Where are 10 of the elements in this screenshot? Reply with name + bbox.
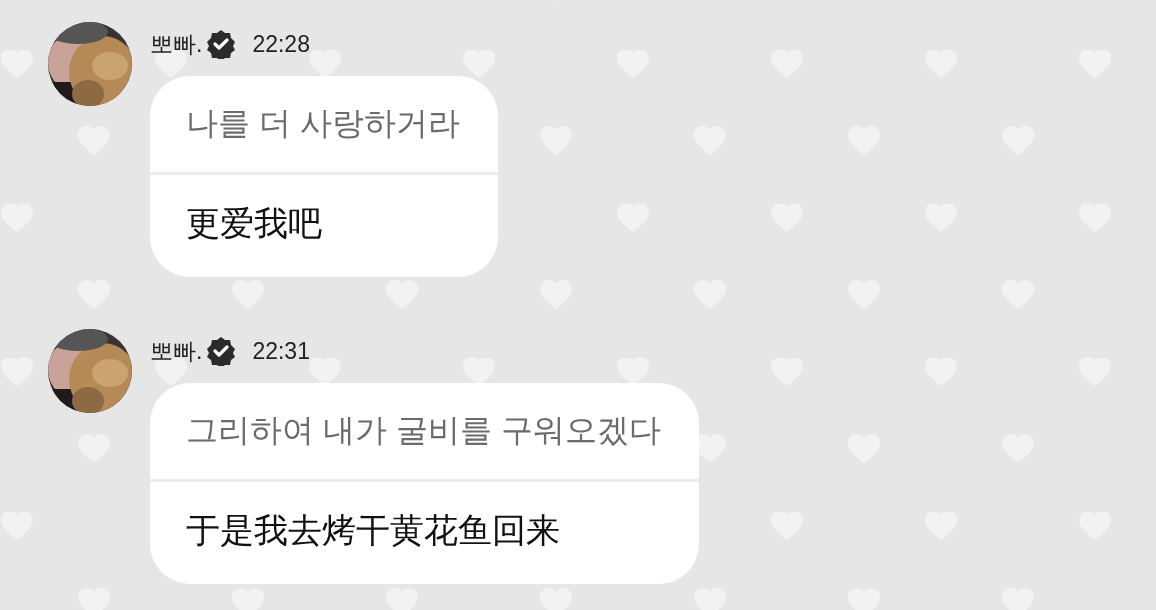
sender-name: 뽀빠. — [150, 336, 203, 366]
verified-badge-icon — [206, 29, 237, 59]
translated-text: 更爱我吧 — [185, 203, 323, 244]
message-time: 22:28 — [252, 30, 310, 58]
original-text: 그리하여 내가 굴비를 구워오겠다 — [150, 383, 699, 482]
sender-name: 뽀빠. — [150, 29, 203, 59]
translated-text: 于是我去烤干黄花鱼回来 — [185, 510, 561, 551]
verified-badge-icon — [206, 336, 237, 366]
message-time: 22:31 — [252, 337, 310, 365]
original-text: 나를 더 사랑하거라 — [150, 76, 498, 175]
